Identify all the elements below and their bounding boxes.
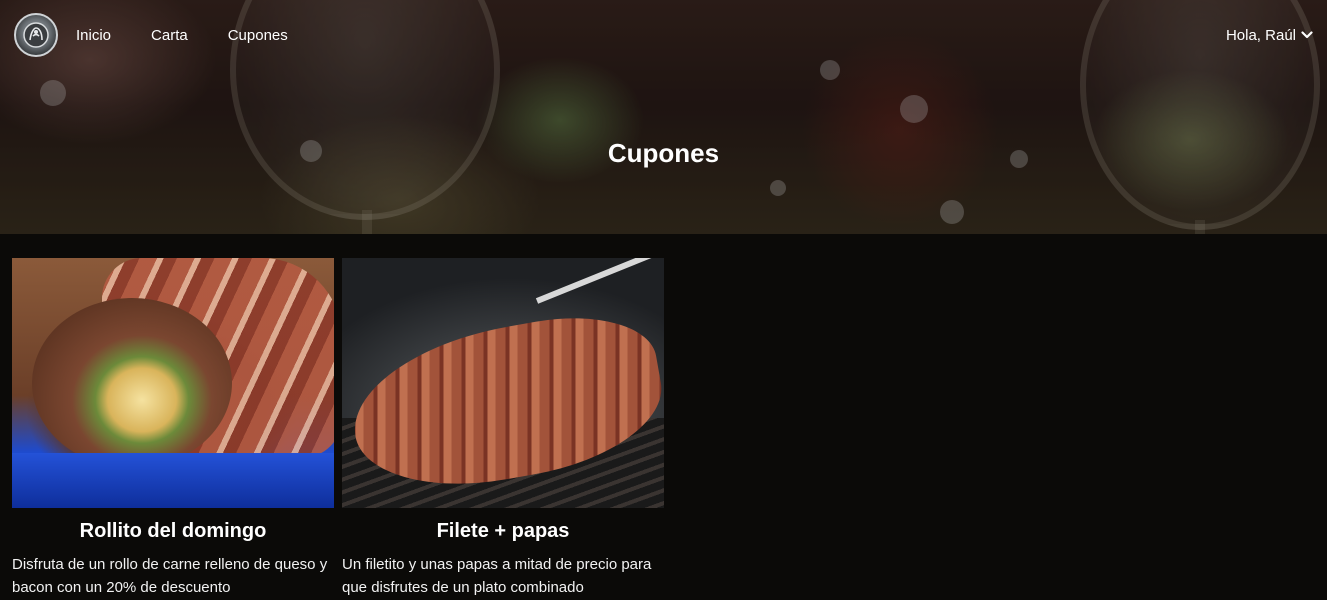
nav-link-carta[interactable]: Carta xyxy=(151,27,188,44)
brand-logo[interactable] xyxy=(14,13,58,57)
coupon-image xyxy=(342,258,664,508)
top-navbar: Inicio Carta Cupones Hola, Raúl xyxy=(0,0,1327,70)
coupon-image xyxy=(12,258,334,508)
logo-emblem-icon xyxy=(23,22,49,48)
chevron-down-icon xyxy=(1301,31,1313,39)
coupon-card[interactable]: Rollito del domingo Disfruta de un rollo… xyxy=(12,258,334,599)
coupon-title: Filete + papas xyxy=(436,520,570,542)
user-greeting: Hola, Raúl xyxy=(1225,26,1296,44)
coupon-list: Rollito del domingo Disfruta de un rollo… xyxy=(0,234,1327,599)
hero-banner: Inicio Carta Cupones Hola, Raúl Cupones xyxy=(0,0,1327,234)
coupon-card[interactable]: Filete + papas Un filetito y unas papas … xyxy=(342,258,664,599)
coupon-title: Rollito del domingo xyxy=(79,520,267,542)
user-menu-toggle[interactable]: Hola, Raúl xyxy=(1226,27,1313,44)
coupon-description: Un filetito y unas papas a mitad de prec… xyxy=(342,556,652,596)
coupon-description: Disfruta de un rollo de carne relleno de… xyxy=(12,556,328,596)
nav-link-inicio[interactable]: Inicio xyxy=(76,27,111,44)
page-title: Cupones xyxy=(607,138,720,168)
nav-link-cupones[interactable]: Cupones xyxy=(228,27,288,44)
